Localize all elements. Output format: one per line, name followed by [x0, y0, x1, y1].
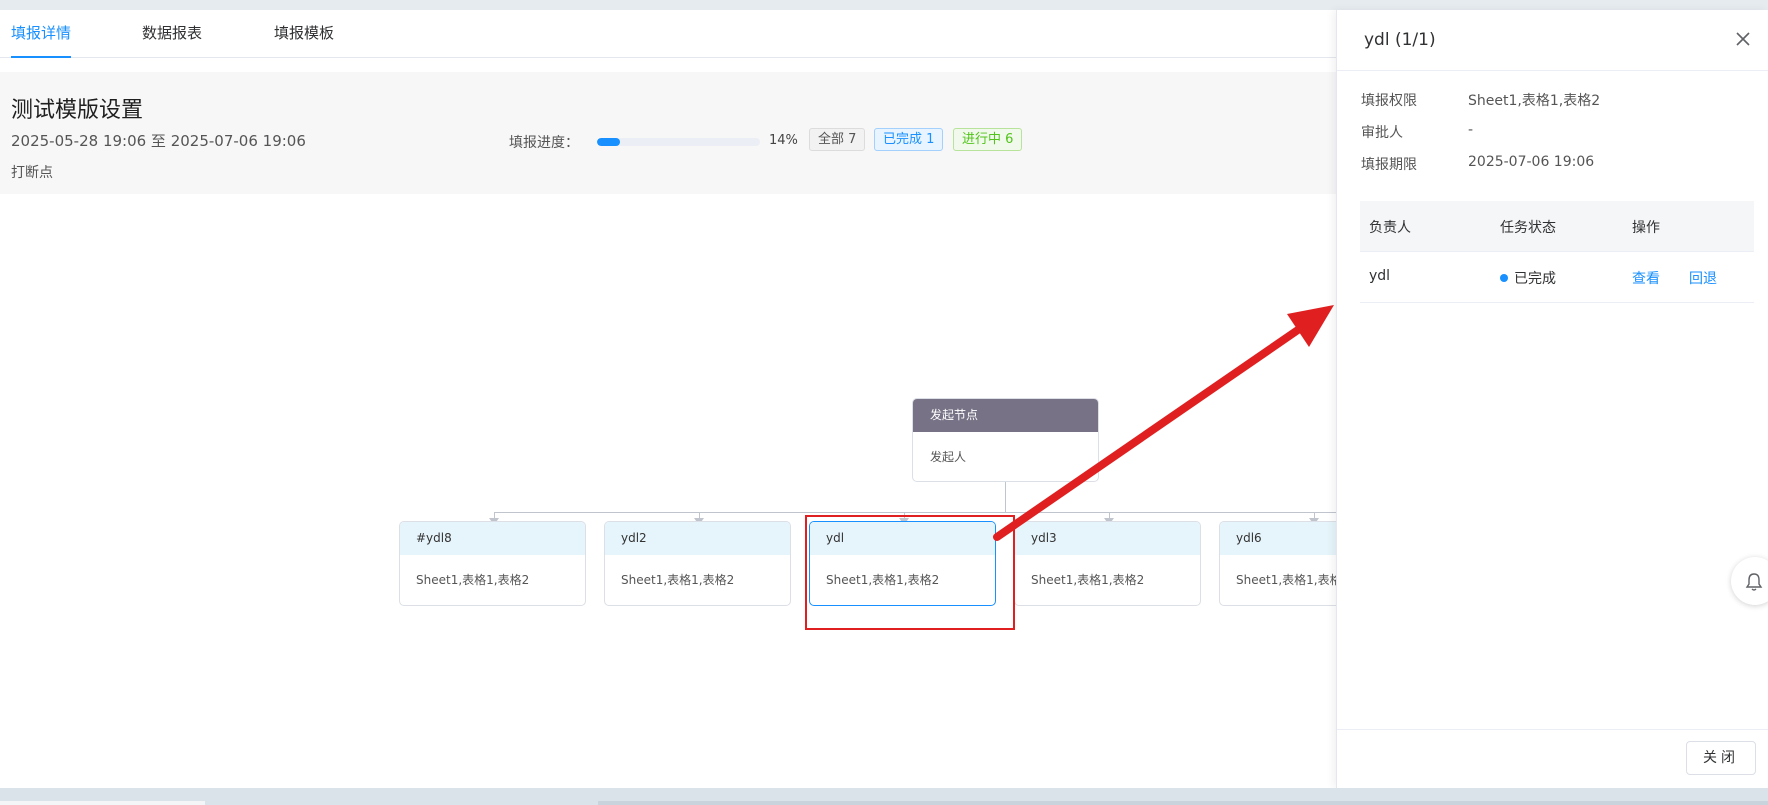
flow-node-ydl3[interactable]: ydl3 Sheet1,表格1,表格2	[1014, 521, 1201, 606]
start-node-body: 发起人	[930, 450, 967, 464]
tab-fill-template[interactable]: 填报模板	[274, 10, 334, 58]
progress-percent: 14%	[769, 133, 798, 148]
column-header-actions: 操作	[1632, 220, 1660, 236]
progress-label: 填报进度：	[509, 135, 579, 151]
close-button[interactable]: 关闭	[1686, 741, 1756, 775]
drawer-footer: 关闭	[1337, 729, 1768, 788]
cell-owner: ydl	[1369, 268, 1391, 284]
flow-node-title: ydl3	[1015, 522, 1200, 555]
field-value-permission: Sheet1,表格1,表格2	[1468, 93, 1601, 109]
drawer-header: ydl (1/1)	[1337, 10, 1768, 71]
status-dot-icon	[1500, 274, 1508, 282]
column-header-status: 任务状态	[1500, 220, 1556, 236]
flow-node-body: Sheet1,表格1,表格2	[1031, 573, 1145, 587]
field-label-permission: 填报权限	[1361, 93, 1417, 109]
top-strip	[0, 0, 1768, 10]
task-table-header: 负责人 任务状态 操作	[1360, 201, 1754, 252]
tab-fill-details[interactable]: 填报详情	[11, 10, 72, 58]
flow-node-title: ydl6	[1220, 522, 1336, 555]
field-label-deadline: 填报期限	[1361, 157, 1417, 173]
field-value-deadline: 2025-07-06 19:06	[1468, 154, 1595, 170]
flow-node-body: Sheet1,表格1,表格2	[416, 573, 530, 587]
main-panel: 填报详情 数据报表 填报模板 测试模版设置 2025-05-28 19:06 至…	[0, 10, 1336, 788]
bottom-strip	[0, 788, 1768, 805]
tag-done[interactable]: 已完成 1	[874, 128, 944, 151]
close-icon[interactable]	[1732, 28, 1754, 50]
tab-data-report[interactable]: 数据报表	[142, 10, 202, 58]
progress-bar	[597, 138, 760, 146]
flow-node-title: ydl2	[605, 522, 790, 555]
flow-node-body: Sheet1,表格1,表格2	[1236, 573, 1336, 587]
flow-node-title: #ydl8	[400, 522, 585, 555]
field-label-approver: 审批人	[1361, 125, 1403, 141]
field-value-approver: -	[1468, 122, 1474, 138]
breakpoint-label: 打断点	[11, 165, 53, 181]
drawer-title: ydl (1/1)	[1364, 30, 1436, 50]
connector-horizontal	[494, 512, 1336, 513]
date-range: 2025-05-28 19:06 至 2025-07-06 19:06	[11, 132, 306, 150]
tag-in-progress[interactable]: 进行中 6	[953, 128, 1023, 151]
detail-drawer: ydl (1/1) 填报权限 Sheet1,表格1,表格2 审批人 - 填报期限…	[1336, 10, 1768, 788]
tag-all[interactable]: 全部 7	[809, 128, 866, 151]
flow-node-ydl2[interactable]: ydl2 Sheet1,表格1,表格2	[604, 521, 791, 606]
page-title: 测试模版设置	[11, 98, 144, 123]
table-row: ydl 已完成 查看 回退	[1360, 252, 1754, 303]
connector-vertical	[1005, 482, 1006, 513]
task-info-panel: 测试模版设置 2025-05-28 19:06 至 2025-07-06 19:…	[0, 72, 1336, 194]
flow-node-body: Sheet1,表格1,表格2	[621, 573, 735, 587]
flow-node-ydl8[interactable]: #ydl8 Sheet1,表格1,表格2	[399, 521, 586, 606]
status-text: 已完成	[1514, 271, 1556, 287]
start-node-title: 发起节点	[913, 399, 1098, 432]
view-link[interactable]: 查看	[1632, 268, 1660, 288]
cell-status: 已完成	[1500, 268, 1556, 288]
column-header-owner: 负责人	[1369, 220, 1411, 236]
progress-bar-fill	[597, 138, 620, 146]
tab-bar: 填报详情 数据报表 填报模板	[0, 10, 1336, 58]
flow-node-ydl6[interactable]: ydl6 Sheet1,表格1,表格2	[1219, 521, 1336, 606]
annotation-highlight-box	[805, 515, 1015, 630]
start-node[interactable]: 发起节点 发起人	[912, 398, 1099, 482]
rollback-link[interactable]: 回退	[1689, 268, 1717, 288]
